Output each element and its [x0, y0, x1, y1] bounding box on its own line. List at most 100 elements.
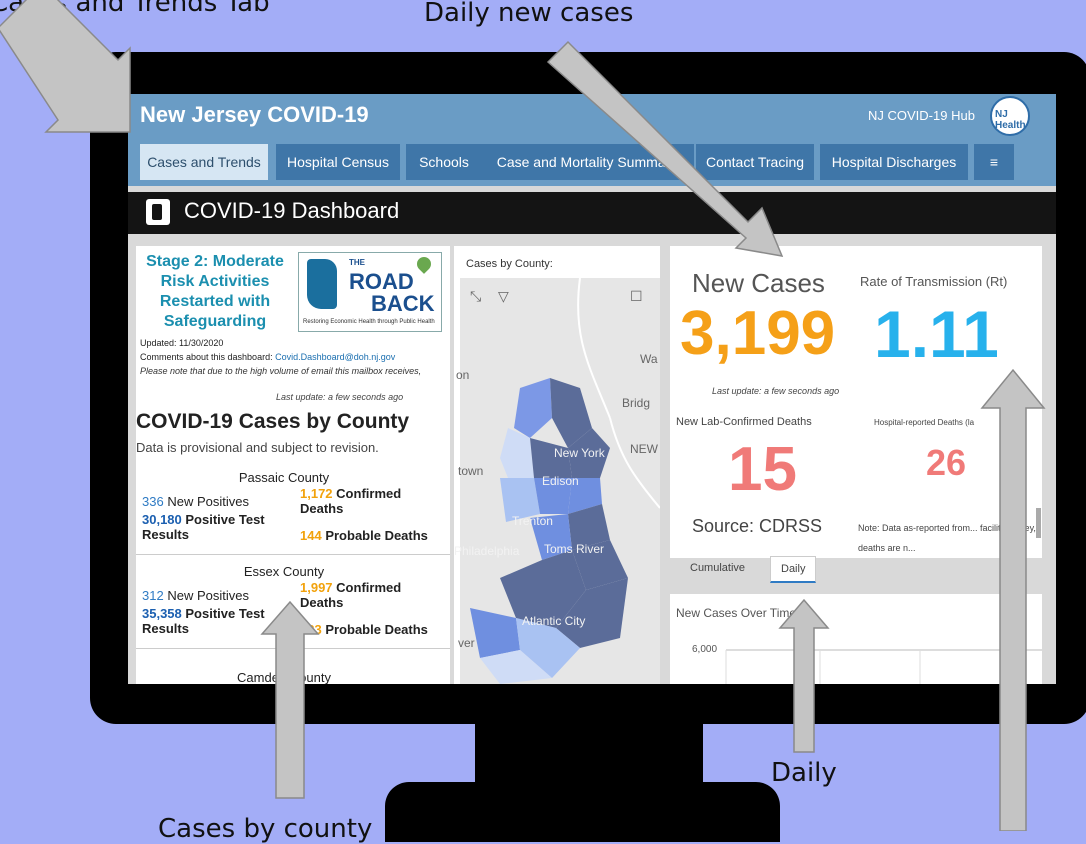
- monitor-stand-neck: [475, 724, 703, 786]
- new-positives-value: 312: [142, 588, 164, 603]
- caption-daily-new-cases: Daily new cases: [424, 0, 634, 28]
- confirmed-deaths: 1,172 Confirmed Deaths: [300, 486, 420, 516]
- comments-email-link[interactable]: Covid.Dashboard@doh.nj.gov: [275, 352, 395, 362]
- kpi-scrollbar[interactable]: [1036, 508, 1041, 538]
- tab-hospital-census[interactable]: Hospital Census: [276, 144, 400, 180]
- map-label: Trenton: [512, 514, 553, 528]
- map-label: Wa: [640, 352, 658, 366]
- top-bar: New Jersey COVID-19 NJ COVID-19 Hub NJ H…: [128, 94, 1056, 186]
- caption-cases-by-county: Cases by county: [158, 814, 373, 844]
- dashboard-title: COVID-19 Dashboard: [184, 198, 400, 223]
- road-back-logo[interactable]: THE ROAD BACK Restoring Economic Health …: [298, 252, 442, 332]
- county-row[interactable]: Passaic County 336 New Positives 30,180 …: [136, 466, 450, 555]
- map-pin-icon: [414, 254, 434, 274]
- rt-label: Rate of Transmission (Rt): [860, 274, 1008, 289]
- positive-tests: 30,180 Positive Test Results: [142, 512, 272, 542]
- confirmed-deaths-value: 1,172: [300, 486, 333, 501]
- county-panel: Stage 2: Moderate Risk Activities Restar…: [136, 246, 450, 684]
- new-positives-label: New Positives: [167, 494, 249, 509]
- kpi-panel: New Cases 3,199 Rate of Transmission (Rt…: [670, 246, 1042, 558]
- probable-deaths: 233 Probable Deaths: [300, 622, 428, 637]
- road-back-tagline: Restoring Economic Health through Public…: [303, 319, 435, 325]
- mailbox-note: Please note that due to the high volume …: [140, 366, 422, 376]
- tab-more-menu-icon[interactable]: ≡: [974, 144, 1014, 180]
- probable-deaths-value: 144: [300, 528, 322, 543]
- source-label: Source: CDRSS: [692, 516, 823, 536]
- tab-cases-and-trends[interactable]: Cases and Trends: [140, 144, 268, 180]
- stage-banner-text[interactable]: Stage 2: Moderate Risk Activities Restar…: [140, 252, 290, 332]
- nj-health-logo[interactable]: NJ Health: [990, 96, 1030, 136]
- map-river: [609, 417, 660, 509]
- kpi-last-update: Last update: a few seconds ago: [712, 386, 840, 396]
- map-panel: Cases by County: ⤡ ▽ ☐ New York Edison T…: [454, 246, 660, 684]
- comments-label: Comments about this dashboard:: [140, 352, 273, 362]
- county-name: Passaic County: [238, 470, 330, 485]
- chart-grid: [725, 649, 1042, 684]
- confirmed-deaths: 1,997 Confirmed Deaths: [300, 580, 420, 610]
- app-title: New Jersey COVID-19: [140, 102, 369, 127]
- chevron-down-icon[interactable]: ▽: [498, 288, 509, 305]
- county-gloucester: [470, 608, 520, 658]
- hospital-deaths-value: 26: [926, 442, 967, 483]
- map-label: Edison: [542, 474, 579, 488]
- dashboard-header: COVID-19 Dashboard: [128, 192, 1056, 234]
- probable-deaths-value: 233: [300, 622, 322, 637]
- map-label: NEW: [630, 442, 658, 456]
- tab-schools[interactable]: Schools: [406, 144, 482, 180]
- logo-text: NJ Health: [995, 109, 1026, 131]
- select-tool-icon[interactable]: ⤡: [470, 288, 481, 305]
- county-sussex: [514, 378, 552, 438]
- hospital-deaths-label: Hospital-reported Deaths (la: [874, 418, 975, 427]
- tab-case-and-mortality-summary[interactable]: Case and Mortality Summary: [480, 144, 694, 180]
- confirmed-deaths-value: 1,997: [300, 580, 333, 595]
- road-back-back: BACK: [371, 291, 435, 316]
- map-label: ver: [458, 636, 475, 650]
- caption-daily: Daily: [771, 758, 837, 788]
- map-river: [577, 277, 611, 419]
- map-label: on: [456, 368, 470, 382]
- tab-contact-tracing[interactable]: Contact Tracing: [696, 144, 814, 180]
- probable-deaths-label: Probable Deaths: [325, 528, 428, 543]
- map-label: Philadelphia: [454, 544, 520, 558]
- positive-tests: 35,358 Positive Test Results: [142, 606, 272, 636]
- positive-tests-value: 30,180: [142, 512, 182, 527]
- new-cases-label: New Cases: [692, 268, 825, 298]
- map-label: Bridg: [622, 396, 651, 410]
- road-back-the: THE: [349, 258, 365, 267]
- county-heading: COVID-19 Cases by County: [136, 410, 410, 433]
- map-label: town: [458, 464, 484, 478]
- lab-deaths-label: New Lab-Confirmed Deaths: [676, 416, 812, 428]
- map-title: Cases by County:: [466, 258, 553, 270]
- new-cases-chart-panel: New Cases Over Time 6,000: [670, 594, 1042, 684]
- probable-deaths: 144 Probable Deaths: [300, 528, 428, 543]
- next-county-name[interactable]: Camden County: [136, 670, 432, 684]
- provisional-note: Data is provisional and subject to revis…: [136, 440, 379, 455]
- probable-deaths-label: Probable Deaths: [325, 622, 428, 637]
- tab-cumulative[interactable]: Cumulative: [680, 556, 755, 580]
- nj-silhouette-icon: [307, 259, 337, 309]
- hub-link[interactable]: NJ COVID-19 Hub: [868, 108, 975, 123]
- lab-deaths-value: 15: [728, 435, 797, 504]
- left-last-update: Last update: a few seconds ago: [276, 392, 404, 402]
- map-label: New York: [554, 446, 605, 460]
- comments-line: Comments about this dashboard: Covid.Das…: [140, 352, 395, 362]
- bookmark-icon[interactable]: ☐: [630, 288, 643, 305]
- updated-date: Updated: 11/30/2020: [140, 338, 224, 348]
- rt-value: 1.11: [874, 297, 999, 371]
- new-cases-value: 3,199: [680, 299, 836, 368]
- positive-tests-value: 35,358: [142, 606, 182, 621]
- monitor-stand-base: [385, 782, 780, 842]
- county-row[interactable]: Essex County 312 New Positives 35,358 Po…: [136, 560, 450, 649]
- monitor-screen: New Jersey COVID-19 NJ COVID-19 Hub NJ H…: [128, 94, 1056, 684]
- county-map[interactable]: ⤡ ▽ ☐ New York Edison Trenton Toms River…: [454, 277, 660, 684]
- tab-daily[interactable]: Daily: [770, 556, 817, 583]
- tab-hospital-discharges[interactable]: Hospital Discharges: [820, 144, 968, 180]
- nj-state-icon: [146, 199, 170, 225]
- county-name: Essex County: [243, 564, 325, 579]
- new-positives: 312 New Positives: [142, 588, 249, 603]
- new-positives: 336 New Positives: [142, 494, 249, 509]
- map-label: Atlantic City: [522, 614, 586, 628]
- caption-cases-tab: Cases and Trends Tab: [0, 0, 270, 18]
- hospital-deaths-note: Note: Data as-reported from... facility …: [858, 523, 1036, 553]
- new-positives-value: 336: [142, 494, 164, 509]
